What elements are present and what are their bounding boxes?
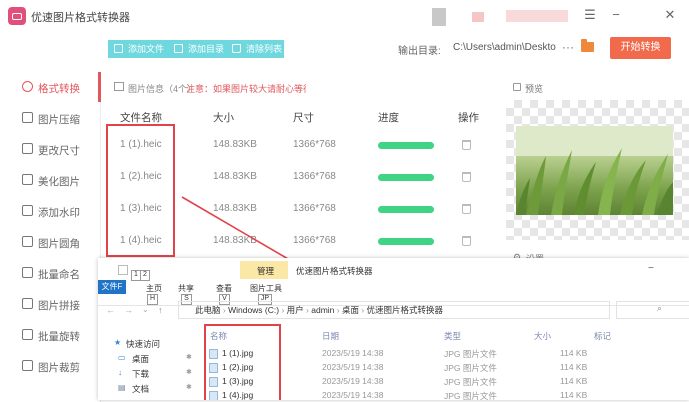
- explorer-file-size: 114 KB: [560, 376, 588, 386]
- explorer-file-date: 2023/5/19 14:38: [322, 376, 384, 386]
- breadcrumb: 此电脑 › Windows (C:) › 用户 › admin › 桌面 › 优…: [195, 304, 443, 316]
- breadcrumb-separator: ›: [279, 305, 287, 315]
- search-icon: ⌕: [657, 303, 663, 313]
- nav-item[interactable]: 文档: [132, 383, 149, 395]
- file-explorer-window: 1 2 管理 优速图片格式转换器 − 文件F 主页 共享 查看 图片工具 H S…: [98, 258, 689, 400]
- document-icon: ▤: [118, 383, 126, 392]
- ribbon-file-tab[interactable]: 文件F: [98, 280, 126, 294]
- address-bar[interactable]: 此电脑 › Windows (C:) › 用户 › admin › 桌面 › 优…: [178, 301, 610, 319]
- breadcrumb-segment[interactable]: Windows (C:): [228, 305, 279, 315]
- explorer-file-size: 114 KB: [560, 362, 588, 372]
- ribbon-share-tab[interactable]: 共享: [178, 283, 194, 294]
- back-arrow-icon[interactable]: ←: [106, 305, 115, 315]
- explorer-minimize-button[interactable]: −: [648, 263, 654, 274]
- pin-icon[interactable]: ✱: [186, 353, 192, 361]
- ribbon-tools-tab[interactable]: 图片工具: [250, 283, 282, 294]
- breadcrumb-separator: ›: [358, 305, 367, 315]
- explorer-file-date: 2023/5/19 14:38: [322, 390, 384, 400]
- explorer-file-date: 2023/5/19 14:38: [322, 348, 384, 358]
- explorer-file-date: 2023/5/19 14:38: [322, 362, 384, 372]
- ex-col-header-tags[interactable]: 标记: [594, 330, 611, 342]
- download-icon: ↓: [118, 368, 122, 377]
- desktop-icon: ▭: [118, 353, 126, 362]
- highlight-box-output: [204, 324, 281, 400]
- breadcrumb-segment[interactable]: 用户: [287, 305, 304, 315]
- breadcrumb-segment[interactable]: 优速图片格式转换器: [367, 305, 444, 315]
- breadcrumb-segment[interactable]: 此电脑: [195, 305, 221, 315]
- star-icon: ★: [114, 338, 122, 347]
- nav-item[interactable]: 桌面: [132, 353, 149, 365]
- pin-icon[interactable]: ✱: [186, 368, 192, 376]
- nav-item[interactable]: 快速访问: [126, 338, 160, 350]
- ex-col-header-size[interactable]: 大小: [534, 330, 551, 342]
- breadcrumb-separator: ›: [334, 305, 342, 315]
- up-arrow-icon[interactable]: ↑: [158, 305, 163, 315]
- explorer-file-size: 114 KB: [560, 348, 588, 358]
- ribbon-home-tab[interactable]: 主页: [146, 283, 162, 294]
- manage-tab-label: 管理: [257, 266, 275, 276]
- search-box[interactable]: ⌕: [616, 301, 689, 319]
- explorer-window-title: 优速图片格式转换器: [296, 266, 373, 276]
- breadcrumb-segment[interactable]: 桌面: [342, 305, 359, 315]
- ribbon-file-key: F: [117, 282, 123, 291]
- explorer-titlebar-icon: [118, 265, 128, 275]
- ex-col-header-date[interactable]: 日期: [322, 330, 339, 342]
- pin-icon[interactable]: ✱: [186, 383, 192, 391]
- nav-item[interactable]: 下载: [132, 368, 149, 380]
- explorer-file-type: JPG 图片文件: [444, 363, 497, 373]
- key-hint-2: 2: [140, 270, 150, 281]
- breadcrumb-segment[interactable]: admin: [311, 305, 334, 315]
- explorer-file-type: JPG 图片文件: [444, 349, 497, 359]
- explorer-file-size: 114 KB: [560, 390, 588, 400]
- explorer-file-type: JPG 图片文件: [444, 391, 497, 400]
- manage-tab[interactable]: 管理: [240, 261, 288, 279]
- key-hint-h: H: [147, 294, 158, 305]
- forward-arrow-icon[interactable]: →: [124, 305, 133, 315]
- explorer-file-type: JPG 图片文件: [444, 377, 497, 387]
- recent-chevron-icon[interactable]: ⌄: [142, 305, 149, 314]
- ex-col-header-type[interactable]: 类型: [444, 330, 461, 342]
- ribbon-file-label: 文件: [101, 282, 118, 291]
- ribbon-view-tab[interactable]: 查看: [216, 283, 232, 294]
- breadcrumb-separator: ›: [220, 305, 229, 315]
